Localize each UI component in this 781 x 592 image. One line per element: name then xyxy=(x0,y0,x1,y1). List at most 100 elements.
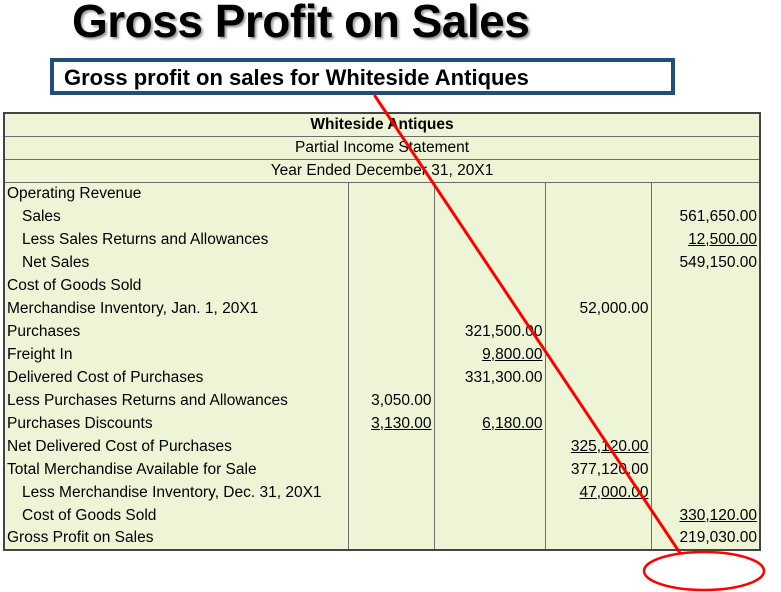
amount-value: 47,000.00 xyxy=(579,483,649,501)
amount-value: 3,130.00 xyxy=(371,414,432,432)
statement-row: Net Delivered Cost of Purchases 325,120.0… xyxy=(3,435,761,458)
header-period-row: Year Ended December 31, 20X1 xyxy=(3,159,761,183)
amount-cell-col4 xyxy=(650,389,761,412)
statement-row: Less Sales Returns and Allowances 12,500.… xyxy=(3,228,761,251)
amount-cell-col3: 325,120.00 xyxy=(544,435,652,458)
amount-cell-col2 xyxy=(433,481,546,504)
amount-cell-col2 xyxy=(433,205,546,228)
income-statement-table: Whiteside Antiques Partial Income Statem… xyxy=(3,112,762,551)
row-label: Gross Profit on Sales xyxy=(3,527,349,550)
amount-cell-col3 xyxy=(544,389,652,412)
amount-cell-col2 xyxy=(433,527,546,550)
amount-cell-col3 xyxy=(544,504,652,527)
amount-cell-col3 xyxy=(544,366,652,389)
row-label: Less Sales Returns and Allowances xyxy=(3,228,349,251)
row-label: Operating Revenue xyxy=(3,182,349,205)
amount-cell-col4 xyxy=(650,297,761,320)
amount-cell-col3 xyxy=(544,343,652,366)
statement-row: Cost of Goods Sold 330,120.00 xyxy=(3,504,761,527)
amount-value: 321,500.00 xyxy=(464,322,543,340)
amount-cell-col2 xyxy=(433,251,546,274)
amount-cell-col4: 549,150.00 xyxy=(650,251,761,274)
row-label: Freight In xyxy=(3,343,349,366)
amount-cell-col2: 9,800.00 xyxy=(433,343,546,366)
header-company-row: Whiteside Antiques xyxy=(3,113,761,137)
row-label: Less Merchandise Inventory, Dec. 31, 20X… xyxy=(3,481,349,504)
amount-value: 561,650.00 xyxy=(679,207,758,225)
amount-value: 549,150.00 xyxy=(679,253,758,271)
amount-cell-col3: 52,000.00 xyxy=(544,297,652,320)
amount-value: 330,120.00 xyxy=(679,506,758,524)
amount-cell-col1 xyxy=(347,205,435,228)
amount-cell-col4: 561,650.00 xyxy=(650,205,761,228)
subtitle-callout: Gross profit on sales for Whiteside Anti… xyxy=(50,58,675,95)
amount-cell-col4 xyxy=(650,182,761,205)
statement-row: Purchases Discounts 3,130.00 6,180.00 xyxy=(3,412,761,435)
amount-cell-col1: 3,050.00 xyxy=(347,389,435,412)
amount-cell-col4 xyxy=(650,274,761,297)
row-label: Purchases xyxy=(3,320,349,343)
statement-row: Less Purchases Returns and Allowances 3,0… xyxy=(3,389,761,412)
amount-cell-col3 xyxy=(544,182,652,205)
amount-cell-col1: 3,130.00 xyxy=(347,412,435,435)
amount-cell-col3 xyxy=(544,527,652,550)
row-label: Less Purchases Returns and Allowances xyxy=(3,389,349,412)
amount-cell-col3: 47,000.00 xyxy=(544,481,652,504)
highlight-circle xyxy=(642,550,766,592)
amount-cell-col2 xyxy=(433,297,546,320)
amount-cell-col4 xyxy=(650,320,761,343)
amount-cell-col2 xyxy=(433,182,546,205)
amount-value: 12,500.00 xyxy=(688,230,758,248)
amount-cell-col3 xyxy=(544,205,652,228)
amount-cell-col3 xyxy=(544,251,652,274)
report-name: Partial Income Statement xyxy=(3,136,761,160)
amount-value: 331,300.00 xyxy=(464,368,543,386)
statement-row: Operating Revenue xyxy=(3,182,761,205)
amount-cell-col3 xyxy=(544,320,652,343)
amount-cell-col2 xyxy=(433,458,546,481)
amount-cell-col1 xyxy=(347,182,435,205)
amount-cell-col1 xyxy=(347,297,435,320)
amount-value: 3,050.00 xyxy=(371,391,432,409)
amount-cell-col4 xyxy=(650,343,761,366)
amount-value: 9,800.00 xyxy=(482,345,543,363)
amount-cell-col4 xyxy=(650,481,761,504)
amount-cell-col1 xyxy=(347,481,435,504)
amount-cell-col3: 377,120.00 xyxy=(544,458,652,481)
amount-cell-col4: 12,500.00 xyxy=(650,228,761,251)
amount-cell-col4: 330,120.00 xyxy=(650,504,761,527)
row-label: Total Merchandise Available for Sale xyxy=(3,458,349,481)
statement-row: Total Merchandise Available for Sale 377,… xyxy=(3,458,761,481)
amount-cell-col1 xyxy=(347,343,435,366)
statement-row: Freight In 9,800.00 xyxy=(3,343,761,366)
amount-cell-col1 xyxy=(347,251,435,274)
amount-cell-col3 xyxy=(544,412,652,435)
amount-cell-col4 xyxy=(650,435,761,458)
amount-value: 219,030.00 xyxy=(679,529,758,546)
amount-cell-col4 xyxy=(650,366,761,389)
subtitle-text: Gross profit on sales for Whiteside Anti… xyxy=(64,65,529,90)
company-name: Whiteside Antiques xyxy=(3,113,761,137)
amount-cell-col1 xyxy=(347,366,435,389)
row-label: Sales xyxy=(3,205,349,228)
statement-row: Sales 561,650.00 xyxy=(3,205,761,228)
header-report-row: Partial Income Statement xyxy=(3,136,761,160)
row-label: Purchases Discounts xyxy=(3,412,349,435)
amount-cell-col1 xyxy=(347,320,435,343)
amount-cell-col2 xyxy=(433,435,546,458)
row-label: Cost of Goods Sold xyxy=(3,274,349,297)
amount-cell-col4 xyxy=(650,412,761,435)
amount-cell-col2 xyxy=(433,228,546,251)
amount-cell-col1 xyxy=(347,504,435,527)
statement-row: Net Sales 549,150.00 xyxy=(3,251,761,274)
amount-cell-col2 xyxy=(433,389,546,412)
amount-cell-col1 xyxy=(347,228,435,251)
amount-cell-col1 xyxy=(347,527,435,550)
amount-cell-col4 xyxy=(650,458,761,481)
amount-cell-col4: 219,030.00 xyxy=(650,527,761,550)
amount-cell-col2: 331,300.00 xyxy=(433,366,546,389)
row-label: Delivered Cost of Purchases xyxy=(3,366,349,389)
amount-value: 377,120.00 xyxy=(570,460,649,478)
statement-row: Cost of Goods Sold xyxy=(3,274,761,297)
amount-cell-col1 xyxy=(347,435,435,458)
